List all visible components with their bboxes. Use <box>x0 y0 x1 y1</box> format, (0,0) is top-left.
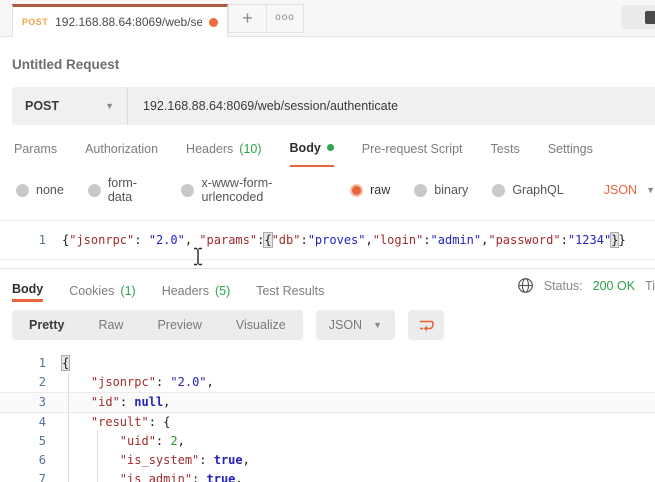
code-line[interactable]: 3 "id": null, <box>0 392 655 413</box>
response-status-area: Status: 200 OK Ti <box>517 269 655 302</box>
method-value: POST <box>25 99 60 113</box>
line-number: 7 <box>38 472 46 482</box>
text-cursor-icon <box>194 247 202 266</box>
response-toolbar: Pretty Raw Preview Visualize JSON ▼ <box>0 302 655 348</box>
view-raw[interactable]: Raw <box>81 318 140 332</box>
response-tab-headers[interactable]: Headers (5) <box>162 269 231 302</box>
request-name[interactable]: Untitled Request <box>12 57 119 72</box>
code-line[interactable]: 2 "jsonrpc": "2.0", <box>0 373 655 392</box>
code-line[interactable]: 1 {"jsonrpc": "2.0", "params":{"db":"prov… <box>0 230 655 250</box>
radio-icon <box>87 183 101 197</box>
environment-icon <box>645 11 655 24</box>
radio-binary[interactable]: binary <box>414 183 468 197</box>
cookies-count: (1) <box>120 283 136 298</box>
view-preview[interactable]: Preview <box>140 318 218 332</box>
line-number: 6 <box>38 453 46 467</box>
response-view-switcher: Pretty Raw Preview Visualize <box>12 310 303 340</box>
time-label-partial: Ti <box>645 278 655 293</box>
tab-method-badge: POST <box>22 17 49 27</box>
tab-headers[interactable]: Headers (10) <box>186 139 261 167</box>
chevron-down-icon: ▼ <box>105 101 114 111</box>
globe-icon[interactable] <box>517 277 534 294</box>
code-line[interactable]: 6 "is_system": true, <box>0 451 655 470</box>
environment-selector-partial[interactable] <box>621 5 655 29</box>
radio-none[interactable]: none <box>16 183 64 197</box>
headers-count: (10) <box>239 141 262 156</box>
body-language-select[interactable]: JSON ▼ <box>604 183 655 197</box>
body-filled-dot-icon <box>326 144 334 151</box>
method-select[interactable]: POST ▼ <box>12 87 128 125</box>
line-number: 1 <box>38 233 46 247</box>
radio-x-www-form-urlencoded[interactable]: x-www-form-urlencoded <box>181 176 326 204</box>
code-line[interactable]: 4 "result": { <box>0 413 655 432</box>
line-number: 5 <box>38 434 46 448</box>
response-header: Body Cookies (1) Headers (5) Test Result… <box>0 268 655 302</box>
response-tab-body[interactable]: Body <box>12 269 44 302</box>
new-tab-button[interactable]: + <box>228 4 266 33</box>
request-code[interactable]: 1 {"jsonrpc": "2.0", "params":{"db":"prov… <box>0 230 655 250</box>
line-number: 4 <box>38 415 46 429</box>
tab-title: 192.168.88.64:8069/web/sessi... <box>55 15 202 29</box>
status-label: Status: <box>543 278 583 293</box>
code-line[interactable]: 7 "is_admin": true, <box>0 470 655 482</box>
url-builder: POST ▼ 192.168.88.64:8069/web/session/au… <box>12 87 655 125</box>
code-line[interactable]: 5 "uid": 2, <box>0 432 655 451</box>
request-body-editor[interactable]: 1 {"jsonrpc": "2.0", "params":{"db":"prov… <box>0 220 655 260</box>
response-tabs: Body Cookies (1) Headers (5) Test Result… <box>12 269 324 302</box>
tab-authorization[interactable]: Authorization <box>85 139 158 167</box>
radio-graphql[interactable]: GraphQL <box>492 183 564 197</box>
tab-body[interactable]: Body <box>289 139 334 167</box>
radio-icon <box>492 183 506 197</box>
status-value[interactable]: 200 OK <box>593 279 635 293</box>
unsaved-changes-dot-icon <box>209 17 218 27</box>
wrap-text-icon <box>419 320 434 331</box>
tab-params[interactable]: Params <box>14 139 57 167</box>
workspace-tab-bar: POST 192.168.88.64:8069/web/sessi... + o… <box>0 0 655 37</box>
response-tab-test-results[interactable]: Test Results <box>256 269 324 302</box>
more-tabs-button[interactable]: ooo <box>266 4 304 33</box>
line-number: 3 <box>38 395 46 409</box>
tab-tests[interactable]: Tests <box>491 139 520 167</box>
radio-form-data[interactable]: form-data <box>87 176 158 204</box>
line-number: 1 <box>38 356 46 370</box>
code-line[interactable]: 1{ <box>0 354 655 373</box>
radio-icon <box>414 183 428 197</box>
indent-guide <box>97 430 98 482</box>
line-number: 2 <box>38 375 46 389</box>
indent-guide <box>68 373 69 482</box>
radio-raw[interactable]: raw <box>350 183 390 197</box>
body-type-selector: none form-data x-www-form-urlencoded raw… <box>0 167 655 214</box>
view-pretty[interactable]: Pretty <box>12 318 81 332</box>
response-headers-count: (5) <box>214 283 231 298</box>
url-input[interactable]: 192.168.88.64:8069/web/session/authentic… <box>128 87 655 125</box>
wrap-text-button[interactable] <box>408 310 444 340</box>
radio-selected-icon <box>350 183 364 197</box>
view-visualize[interactable]: Visualize <box>219 318 303 332</box>
response-tab-cookies[interactable]: Cookies (1) <box>69 269 135 302</box>
request-tabs: Params Authorization Headers (10) Body P… <box>14 139 655 167</box>
tab-settings[interactable]: Settings <box>548 139 593 167</box>
chevron-down-icon: ▼ <box>646 185 655 195</box>
radio-icon <box>181 183 195 197</box>
chevron-down-icon: ▼ <box>373 320 382 330</box>
request-name-row: Untitled Request <box>0 37 655 87</box>
tab-pre-request-script[interactable]: Pre-request Script <box>362 139 463 167</box>
open-request-tab[interactable]: POST 192.168.88.64:8069/web/sessi... <box>12 4 228 37</box>
radio-icon <box>16 183 29 197</box>
response-body-viewer[interactable]: 1{2 "jsonrpc": "2.0", 3 "id": null, 4 "res… <box>0 348 655 482</box>
response-language-select[interactable]: JSON ▼ <box>315 310 395 340</box>
